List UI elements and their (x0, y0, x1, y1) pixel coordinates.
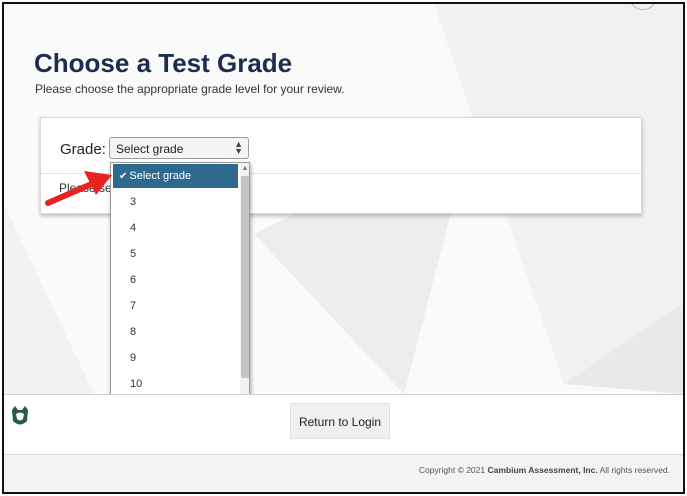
grade-option-10[interactable]: 10 (112, 372, 240, 396)
grade-option-5[interactable]: 5 (112, 242, 240, 266)
copyright-text: Copyright © 2021 Cambium Assessment, Inc… (418, 465, 670, 475)
page-title: Choose a Test Grade (34, 48, 293, 78)
grade-select-value: Select grade (116, 142, 184, 156)
grade-option-6[interactable]: 6 (112, 268, 240, 292)
grade-select[interactable]: Select grade ▲ ▼ (109, 137, 249, 159)
checkmark-icon: ✔ (119, 171, 128, 182)
grade-option-4[interactable]: 4 (112, 216, 240, 240)
page-subtitle: Please choose the appropriate grade leve… (35, 82, 345, 96)
select-updown-icon: ▲ ▼ (234, 139, 243, 156)
red-annotation-arrow-icon (45, 171, 112, 206)
scroll-up-arrow-icon[interactable]: ▲ (240, 165, 249, 172)
grade-option-9[interactable]: 9 (112, 346, 240, 370)
dropdown-scrollbar[interactable]: ▲ ▼ (240, 163, 249, 423)
grade-option-select-grade[interactable]: ✔ Select grade (113, 164, 238, 188)
grade-label: Grade: (60, 141, 106, 158)
grade-dropdown-list[interactable]: ✔Select grade 3 4 5 6 7 8 9 10 11 ⌄ ▲ ▼ (110, 162, 250, 424)
cambium-logo-icon (12, 406, 28, 425)
grade-option-7[interactable]: 7 (112, 294, 240, 318)
grade-option-3[interactable]: 3 (112, 190, 240, 214)
return-to-login-button[interactable]: Return to Login (290, 403, 390, 439)
app-window: Choose a Test Grade Please choose the ap… (2, 2, 685, 494)
grade-option-8[interactable]: 8 (112, 320, 240, 344)
scroll-thumb[interactable] (241, 176, 249, 378)
